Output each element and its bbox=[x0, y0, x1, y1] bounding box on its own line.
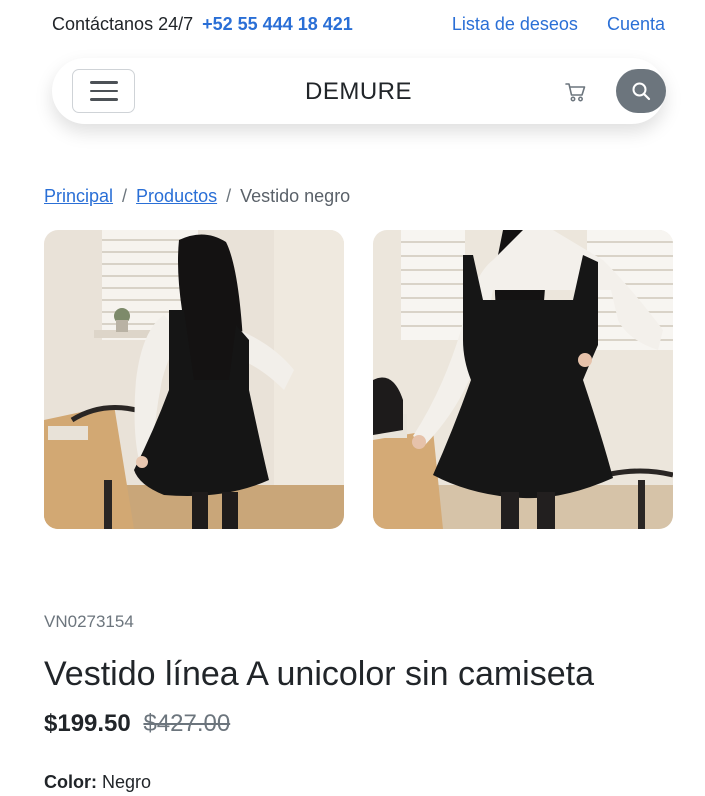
current-price: $199.50 bbox=[44, 710, 131, 737]
product-sku: VN0273154 bbox=[44, 612, 134, 631]
breadcrumb-separator: / bbox=[122, 186, 128, 206]
wishlist-link[interactable]: Lista de deseos bbox=[452, 14, 578, 34]
product-title: Vestido línea A unicolor sin camiseta bbox=[44, 655, 594, 693]
color-value: Negro bbox=[102, 772, 152, 792]
contact-label: Contáctanos 24/7 bbox=[52, 14, 194, 34]
original-price: $427.00 bbox=[143, 710, 231, 737]
navbar: DEMURE bbox=[52, 58, 666, 124]
contact-info: Contáctanos 24/7 +52 55 444 18 421 bbox=[52, 14, 353, 35]
product-photo-front-view[interactable] bbox=[373, 230, 673, 529]
breadcrumb-home[interactable]: Principal bbox=[44, 186, 113, 206]
price-block: $199.50 $427.00 bbox=[44, 710, 230, 738]
top-bar: Contáctanos 24/7 +52 55 444 18 421 Lista… bbox=[52, 14, 665, 40]
breadcrumb: Principal / Productos / Vestido negro bbox=[44, 186, 350, 207]
breadcrumb-products[interactable]: Productos bbox=[136, 186, 217, 206]
color-label: Color: bbox=[44, 772, 97, 792]
color-info: Color: Negro bbox=[44, 772, 151, 793]
search-icon bbox=[632, 82, 651, 101]
phone-link[interactable]: +52 55 444 18 421 bbox=[202, 14, 353, 34]
search-button[interactable] bbox=[616, 69, 666, 113]
breadcrumb-separator: / bbox=[226, 186, 232, 206]
breadcrumb-current: Vestido negro bbox=[240, 186, 351, 206]
cart-icon[interactable] bbox=[564, 81, 588, 103]
account-link[interactable]: Cuenta bbox=[607, 14, 665, 34]
product-photo-back-view[interactable] bbox=[44, 230, 344, 529]
top-links: Lista de deseos Cuenta bbox=[428, 14, 665, 35]
